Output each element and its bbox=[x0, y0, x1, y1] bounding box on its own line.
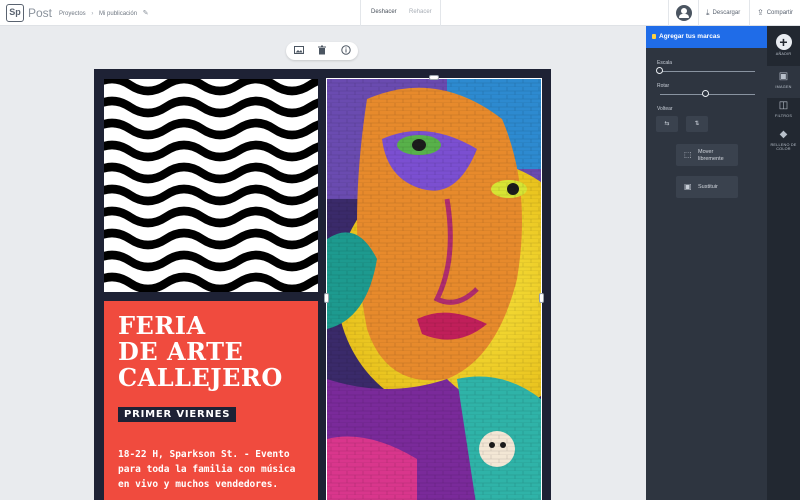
pencil-icon[interactable]: ✎ bbox=[143, 10, 149, 17]
rail-filters-label: FILTROS bbox=[774, 114, 793, 118]
description-line: 18-22 H, Sparkson St. - Evento bbox=[118, 449, 290, 460]
rail-fill[interactable]: ◆ RELLENO DE COLOR bbox=[767, 129, 800, 151]
flip-horizontal-icon[interactable]: ⇆ bbox=[656, 116, 678, 132]
headline-line: DE ARTE bbox=[118, 337, 244, 366]
plus-icon: + bbox=[775, 34, 792, 50]
breadcrumb: Proyectos › Mi publicación ✎ bbox=[59, 9, 149, 17]
resize-handle-left[interactable] bbox=[324, 293, 329, 303]
image-icon: ▣ bbox=[778, 71, 789, 82]
download-icon: ⤓ bbox=[706, 8, 710, 17]
poster-canvas[interactable]: FERIA DE ARTE CALLEJERO PRIMER VIERNES 1… bbox=[94, 69, 551, 500]
move-freely-button[interactable]: ⬚ Mover libremente bbox=[676, 144, 738, 166]
redo-button[interactable]: Rehacer bbox=[409, 9, 432, 15]
divider bbox=[749, 0, 750, 26]
rail-add[interactable]: + AÑADIR bbox=[767, 34, 800, 56]
rail-images-label: IMAGEN bbox=[775, 85, 792, 89]
flip-vertical-icon[interactable]: ⇅ bbox=[686, 116, 708, 132]
chevron-right-icon: › bbox=[91, 11, 94, 17]
wave-pattern-graphic[interactable] bbox=[104, 79, 318, 292]
scale-slider-thumb[interactable] bbox=[656, 67, 663, 74]
image-icon: ▣ bbox=[684, 182, 692, 191]
replace-label: Sustituir bbox=[698, 184, 718, 190]
top-bar: Sp Post Proyectos › Mi publicación ✎ Des… bbox=[0, 0, 800, 26]
graffiti-photo[interactable] bbox=[327, 79, 541, 500]
rail-images[interactable]: ▣ IMAGEN bbox=[767, 66, 800, 98]
lightbulb-icon bbox=[652, 34, 656, 39]
brand-banner-title: Agregar tus marcas bbox=[659, 33, 721, 40]
poster-headline[interactable]: FERIA DE ARTE CALLEJERO bbox=[118, 313, 283, 391]
headline-line: FERIA bbox=[118, 311, 206, 340]
rail-fill-label: RELLENO DE COLOR bbox=[770, 143, 797, 151]
paint-bucket-icon: ◆ bbox=[779, 129, 788, 140]
scale-slider-track[interactable] bbox=[660, 71, 755, 72]
poster-description[interactable]: 18-22 H, Sparkson St. - Evento para toda… bbox=[118, 447, 318, 492]
scale-label: Escala bbox=[657, 60, 673, 66]
element-toolbar bbox=[286, 42, 358, 60]
image-icon[interactable] bbox=[293, 45, 305, 57]
info-icon[interactable] bbox=[340, 45, 352, 57]
rotate-label: Rotar bbox=[657, 83, 670, 89]
replace-button[interactable]: ▣ Sustituir bbox=[676, 176, 738, 198]
headline-panel[interactable]: FERIA DE ARTE CALLEJERO PRIMER VIERNES 1… bbox=[104, 301, 318, 500]
divider bbox=[360, 0, 361, 26]
download-button[interactable]: ⤓ Descargar bbox=[706, 8, 740, 18]
rail-add-label: AÑADIR bbox=[775, 52, 792, 56]
download-label: Descargar bbox=[712, 10, 741, 16]
description-line: en vivo y muchos vendedores. bbox=[118, 479, 279, 490]
divider bbox=[668, 0, 669, 26]
rotate-slider-thumb[interactable] bbox=[702, 90, 709, 97]
tool-rail: + AÑADIR ▣ IMAGEN ◫ FILTROS ◆ RELLENO DE… bbox=[767, 26, 800, 500]
move-icon: ⬚ bbox=[684, 150, 692, 159]
resize-handle-top[interactable] bbox=[429, 75, 439, 80]
breadcrumb-projects-link[interactable]: Proyectos bbox=[59, 11, 86, 17]
app-name: Post bbox=[28, 6, 53, 20]
headline-line: CALLEJERO bbox=[118, 363, 283, 392]
flip-label: Voltear bbox=[657, 106, 673, 112]
share-label: Compartir bbox=[766, 10, 794, 16]
app-logo[interactable]: Sp bbox=[6, 4, 24, 22]
share-button[interactable]: ⇪ Compartir bbox=[757, 8, 793, 17]
share-icon: ⇪ bbox=[757, 8, 764, 17]
breadcrumb-current[interactable]: Mi publicación bbox=[99, 11, 137, 17]
brand-banner[interactable]: Agregar tus marcas bbox=[646, 26, 767, 48]
undo-button[interactable]: Deshacer bbox=[371, 9, 397, 15]
properties-panel: Agregar tus marcas Escala Rotar Voltear … bbox=[646, 26, 767, 500]
filter-icon: ◫ bbox=[778, 100, 789, 111]
user-avatar-icon[interactable] bbox=[676, 5, 692, 21]
divider bbox=[440, 0, 441, 26]
rail-filters[interactable]: ◫ FILTROS bbox=[767, 100, 800, 118]
divider bbox=[698, 0, 699, 26]
poster-tag[interactable]: PRIMER VIERNES bbox=[118, 407, 237, 422]
resize-handle-right[interactable] bbox=[539, 293, 544, 303]
move-freely-label: Mover libremente bbox=[698, 149, 724, 162]
trash-icon[interactable] bbox=[316, 45, 328, 57]
description-line: para toda la familia con música bbox=[118, 464, 296, 475]
